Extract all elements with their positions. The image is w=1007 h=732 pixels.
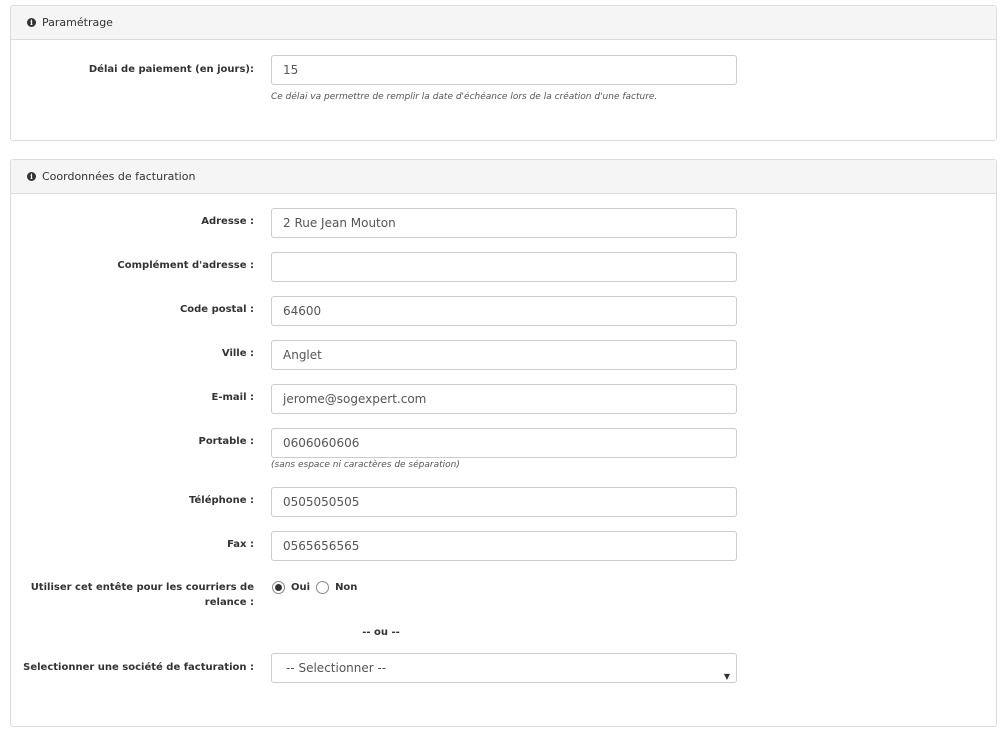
payment-delay-help: Ce délai va permettre de remplir la date… <box>271 92 658 102</box>
use-header-radio-group: Oui Non <box>272 581 363 594</box>
postal-code-input[interactable]: 64600 <box>271 296 737 326</box>
city-label: Ville : <box>221 348 254 359</box>
billing-panel-title: Coordonnées de facturation <box>42 170 196 183</box>
city-input[interactable]: Anglet <box>271 340 737 370</box>
settings-panel-title: Paramétrage <box>42 16 113 29</box>
billing-company-select[interactable]: -- Selectionner -- ▼ <box>271 653 737 683</box>
email-label: E-mail : <box>211 392 255 403</box>
caret-down-icon: ▼ <box>723 672 730 681</box>
address-complement-label: Complément d'adresse : <box>117 260 254 271</box>
info-icon: i <box>27 172 36 181</box>
fax-input[interactable]: 0565656565 <box>271 531 737 561</box>
settings-panel-heading: i Paramétrage <box>11 6 996 40</box>
radio-selected-dot <box>275 584 282 591</box>
postal-code-label: Code postal : <box>179 304 254 315</box>
use-header-yes-label[interactable]: Oui <box>291 582 310 593</box>
billing-panel: i Coordonnées de facturation Adresse : 2… <box>10 159 997 727</box>
billing-panel-heading: i Coordonnées de facturation <box>11 160 996 194</box>
payment-delay-label: Délai de paiement (en jours): <box>88 64 254 75</box>
phone-label: Téléphone : <box>188 495 254 506</box>
billing-company-selected-value: -- Selectionner -- <box>286 661 387 675</box>
phone-input[interactable]: 0505050505 <box>271 487 737 517</box>
settings-panel: i Paramétrage Délai de paiement (en jour… <box>10 5 997 141</box>
mobile-help: (sans espace ni caractères de séparation… <box>271 460 460 470</box>
fax-label: Fax : <box>227 539 254 550</box>
address-input[interactable]: 2 Rue Jean Mouton <box>271 208 737 238</box>
use-header-yes-radio[interactable] <box>272 581 285 594</box>
use-header-no-label[interactable]: Non <box>335 582 357 593</box>
mobile-input[interactable]: 0606060606 <box>271 428 737 458</box>
use-header-no-radio[interactable] <box>316 581 330 594</box>
address-complement-input[interactable] <box>271 252 737 282</box>
billing-company-label: Selectionner une société de facturation … <box>23 662 254 673</box>
info-icon: i <box>27 18 36 27</box>
or-separator: -- ou -- <box>362 627 400 638</box>
payment-delay-input[interactable]: 15 <box>271 55 737 85</box>
use-header-label: Utiliser cet entête pour les courriers d… <box>30 582 254 608</box>
mobile-label: Portable : <box>198 436 254 447</box>
address-label: Adresse : <box>201 216 254 227</box>
email-input[interactable]: jerome@sogexpert.com <box>271 384 737 414</box>
